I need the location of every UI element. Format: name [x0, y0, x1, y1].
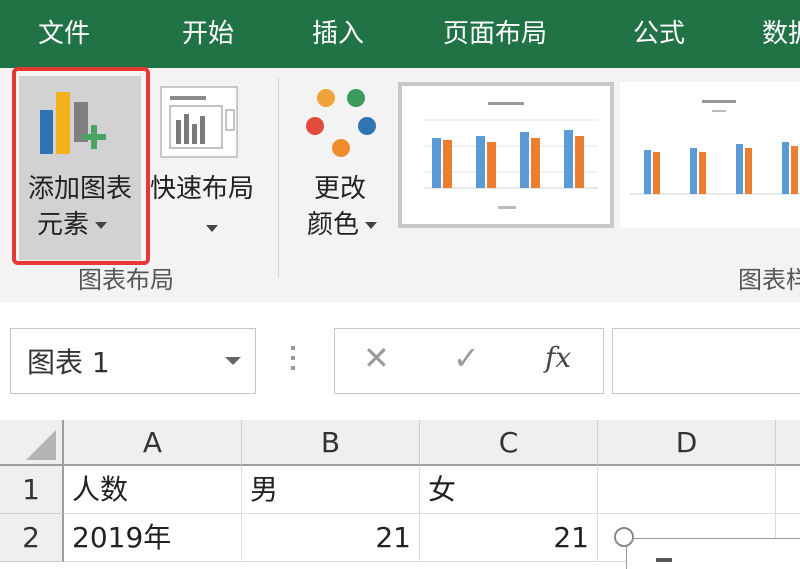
chart-style-preview	[630, 100, 800, 195]
name-box[interactable]: 图表 1	[10, 328, 256, 394]
quick-layout-caret-icon	[200, 218, 218, 237]
chart-layouts-group-label: 图表布局	[78, 266, 174, 294]
select-all-triangle-icon	[26, 430, 56, 460]
cell-a1[interactable]: 人数	[64, 466, 242, 514]
insert-function-button[interactable]: fx	[545, 341, 571, 374]
cell-b1[interactable]: 男	[242, 466, 420, 514]
ribbon-tab-bar: 文件 开始 插入 页面布局 公式 数据	[0, 0, 800, 68]
tab-file[interactable]: 文件	[38, 0, 90, 68]
cancel-icon[interactable]: ✕	[363, 339, 390, 377]
cell-d1[interactable]	[598, 466, 776, 514]
cell-b2[interactable]: 21	[242, 514, 420, 562]
column-header-c[interactable]: C	[420, 420, 598, 466]
tab-home[interactable]: 开始	[182, 0, 234, 68]
tab-formulas[interactable]: 公式	[633, 0, 685, 68]
column-header-b[interactable]: B	[242, 420, 420, 466]
row-header-1[interactable]: 1	[0, 466, 64, 514]
chart-title-fragment	[656, 558, 672, 562]
quick-layout-icon	[160, 86, 238, 158]
ribbon-separator	[278, 78, 279, 278]
chart-resize-handle[interactable]	[614, 527, 634, 547]
formula-input[interactable]	[612, 328, 800, 394]
tab-insert[interactable]: 插入	[312, 0, 364, 68]
tab-data[interactable]: 数据	[762, 0, 800, 68]
cell-c1[interactable]: 女	[420, 466, 598, 514]
quick-layout-button[interactable]: 快速布局	[146, 168, 258, 205]
worksheet-grid: A B C D 1 人数 男 女 2 2019年 21 21	[0, 420, 800, 569]
column-header-partial[interactable]	[776, 420, 800, 466]
cell-a2[interactable]: 2019年	[64, 514, 242, 562]
dropdown-caret-icon	[365, 222, 377, 229]
chevron-down-icon[interactable]	[225, 357, 241, 365]
name-box-value: 图表 1	[27, 346, 110, 379]
column-header-d[interactable]: D	[598, 420, 776, 466]
chart-style-thumbnail-2[interactable]	[620, 82, 800, 228]
chart-styles-gallery	[398, 82, 800, 228]
cell-e1[interactable]	[776, 466, 800, 514]
enter-icon[interactable]: ✓	[453, 339, 480, 377]
grip-icon[interactable]	[291, 346, 295, 376]
row-header-2[interactable]: 2	[0, 514, 64, 562]
tab-page-layout[interactable]: 页面布局	[443, 0, 547, 68]
chart-object[interactable]	[626, 538, 800, 569]
select-all-corner[interactable]	[0, 420, 64, 466]
highlight-box	[12, 67, 150, 265]
change-colors-icon	[306, 89, 376, 157]
chart-style-thumbnail-1[interactable]	[398, 82, 614, 228]
change-colors-label-line2: 颜色	[292, 204, 392, 241]
change-colors-button[interactable]: 更改	[300, 168, 380, 205]
formula-buttons: ✕ ✓ fx	[334, 328, 604, 394]
chart-style-preview	[424, 102, 598, 209]
column-header-a[interactable]: A	[64, 420, 242, 466]
cell-c2[interactable]: 21	[420, 514, 598, 562]
chart-styles-group-label: 图表样式	[738, 266, 800, 294]
